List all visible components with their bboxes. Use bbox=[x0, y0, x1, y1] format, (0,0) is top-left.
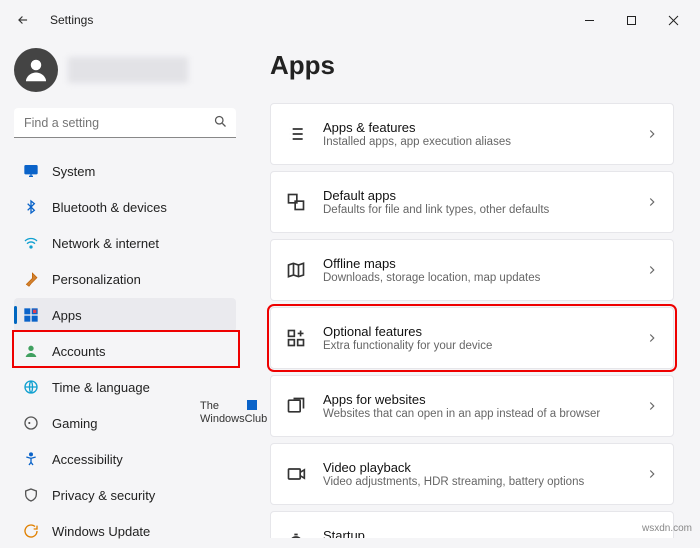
sidebar-item-network[interactable]: Network & internet bbox=[14, 226, 236, 260]
chevron-right-icon bbox=[645, 467, 659, 481]
nav-list: System Bluetooth & devices Network & int… bbox=[14, 154, 236, 548]
sidebar-item-privacy[interactable]: Privacy & security bbox=[14, 478, 236, 512]
bluetooth-icon bbox=[22, 198, 40, 216]
card-sub: Defaults for file and link types, other … bbox=[323, 204, 629, 216]
sidebar-item-label: Accounts bbox=[52, 344, 105, 359]
watermark: The WindowsClub bbox=[200, 400, 267, 426]
link-icon bbox=[285, 395, 307, 417]
user-profile[interactable] bbox=[14, 44, 236, 106]
sidebar-item-label: Bluetooth & devices bbox=[52, 200, 167, 215]
card-apps-features[interactable]: Apps & featuresInstalled apps, app execu… bbox=[270, 103, 674, 165]
sidebar-item-label: Accessibility bbox=[52, 452, 123, 467]
card-apps-for-websites[interactable]: Apps for websitesWebsites that can open … bbox=[270, 375, 674, 437]
list-icon bbox=[285, 123, 307, 145]
card-title: Offline maps bbox=[323, 256, 629, 271]
minimize-button[interactable] bbox=[568, 5, 610, 35]
system-icon bbox=[22, 162, 40, 180]
back-button[interactable] bbox=[14, 11, 32, 29]
card-title: Default apps bbox=[323, 188, 629, 203]
sidebar-item-windows-update[interactable]: Windows Update bbox=[14, 514, 236, 548]
card-sub: Video adjustments, HDR streaming, batter… bbox=[323, 476, 629, 488]
shield-icon bbox=[22, 486, 40, 504]
search-input[interactable] bbox=[14, 108, 236, 138]
globe-icon bbox=[22, 378, 40, 396]
apps-icon bbox=[22, 306, 40, 324]
startup-icon bbox=[285, 531, 307, 538]
card-title: Apps for websites bbox=[323, 392, 629, 407]
video-icon bbox=[285, 463, 307, 485]
sidebar-item-accounts[interactable]: Accounts bbox=[14, 334, 236, 368]
sidebar-item-label: Privacy & security bbox=[52, 488, 155, 503]
sidebar-item-personalization[interactable]: Personalization bbox=[14, 262, 236, 296]
chevron-right-icon bbox=[645, 263, 659, 277]
wifi-icon bbox=[22, 234, 40, 252]
sidebar-item-label: Apps bbox=[52, 308, 82, 323]
update-icon bbox=[22, 522, 40, 540]
defaults-icon bbox=[285, 191, 307, 213]
chevron-right-icon bbox=[645, 399, 659, 413]
map-icon bbox=[285, 259, 307, 281]
brush-icon bbox=[22, 270, 40, 288]
chevron-right-icon bbox=[645, 195, 659, 209]
sidebar-item-accessibility[interactable]: Accessibility bbox=[14, 442, 236, 476]
card-title: Apps & features bbox=[323, 120, 629, 135]
card-sub: Extra functionality for your device bbox=[323, 340, 629, 352]
maximize-button[interactable] bbox=[610, 5, 652, 35]
sidebar-item-label: Network & internet bbox=[52, 236, 159, 251]
search-icon bbox=[213, 114, 228, 129]
main-content: Apps Apps & featuresInstalled apps, app … bbox=[248, 40, 700, 538]
sidebar-item-apps[interactable]: Apps bbox=[14, 298, 236, 332]
gaming-icon bbox=[22, 414, 40, 432]
sidebar-item-label: Gaming bbox=[52, 416, 98, 431]
page-title: Apps bbox=[270, 50, 674, 81]
accounts-icon bbox=[22, 342, 40, 360]
search-field[interactable] bbox=[14, 108, 236, 138]
card-sub: Downloads, storage location, map updates bbox=[323, 272, 629, 284]
avatar bbox=[14, 48, 58, 92]
accessibility-icon bbox=[22, 450, 40, 468]
user-name-redacted bbox=[68, 57, 188, 83]
sidebar-item-system[interactable]: System bbox=[14, 154, 236, 188]
card-default-apps[interactable]: Default appsDefaults for file and link t… bbox=[270, 171, 674, 233]
sidebar-item-label: Personalization bbox=[52, 272, 141, 287]
card-optional-features[interactable]: Optional featuresExtra functionality for… bbox=[270, 307, 674, 369]
sidebar-item-time-language[interactable]: Time & language bbox=[14, 370, 236, 404]
sidebar: System Bluetooth & devices Network & int… bbox=[0, 40, 248, 538]
sidebar-item-label: Windows Update bbox=[52, 524, 150, 539]
chevron-right-icon bbox=[645, 331, 659, 345]
card-title: Optional features bbox=[323, 324, 629, 339]
card-startup[interactable]: StartupApps that start automatically whe… bbox=[270, 511, 674, 538]
sidebar-item-bluetooth[interactable]: Bluetooth & devices bbox=[14, 190, 236, 224]
watermark-square-icon bbox=[247, 400, 257, 410]
chevron-right-icon bbox=[645, 127, 659, 141]
window-title: Settings bbox=[50, 13, 93, 27]
card-video-playback[interactable]: Video playbackVideo adjustments, HDR str… bbox=[270, 443, 674, 505]
footer-site: wsxdn.com bbox=[642, 523, 692, 534]
close-button[interactable] bbox=[652, 5, 694, 35]
card-title: Startup bbox=[323, 528, 629, 538]
card-title: Video playback bbox=[323, 460, 629, 475]
sidebar-item-label: System bbox=[52, 164, 95, 179]
card-offline-maps[interactable]: Offline mapsDownloads, storage location,… bbox=[270, 239, 674, 301]
card-sub: Websites that can open in an app instead… bbox=[323, 408, 629, 420]
card-sub: Installed apps, app execution aliases bbox=[323, 136, 629, 148]
sidebar-item-label: Time & language bbox=[52, 380, 150, 395]
features-icon bbox=[285, 327, 307, 349]
